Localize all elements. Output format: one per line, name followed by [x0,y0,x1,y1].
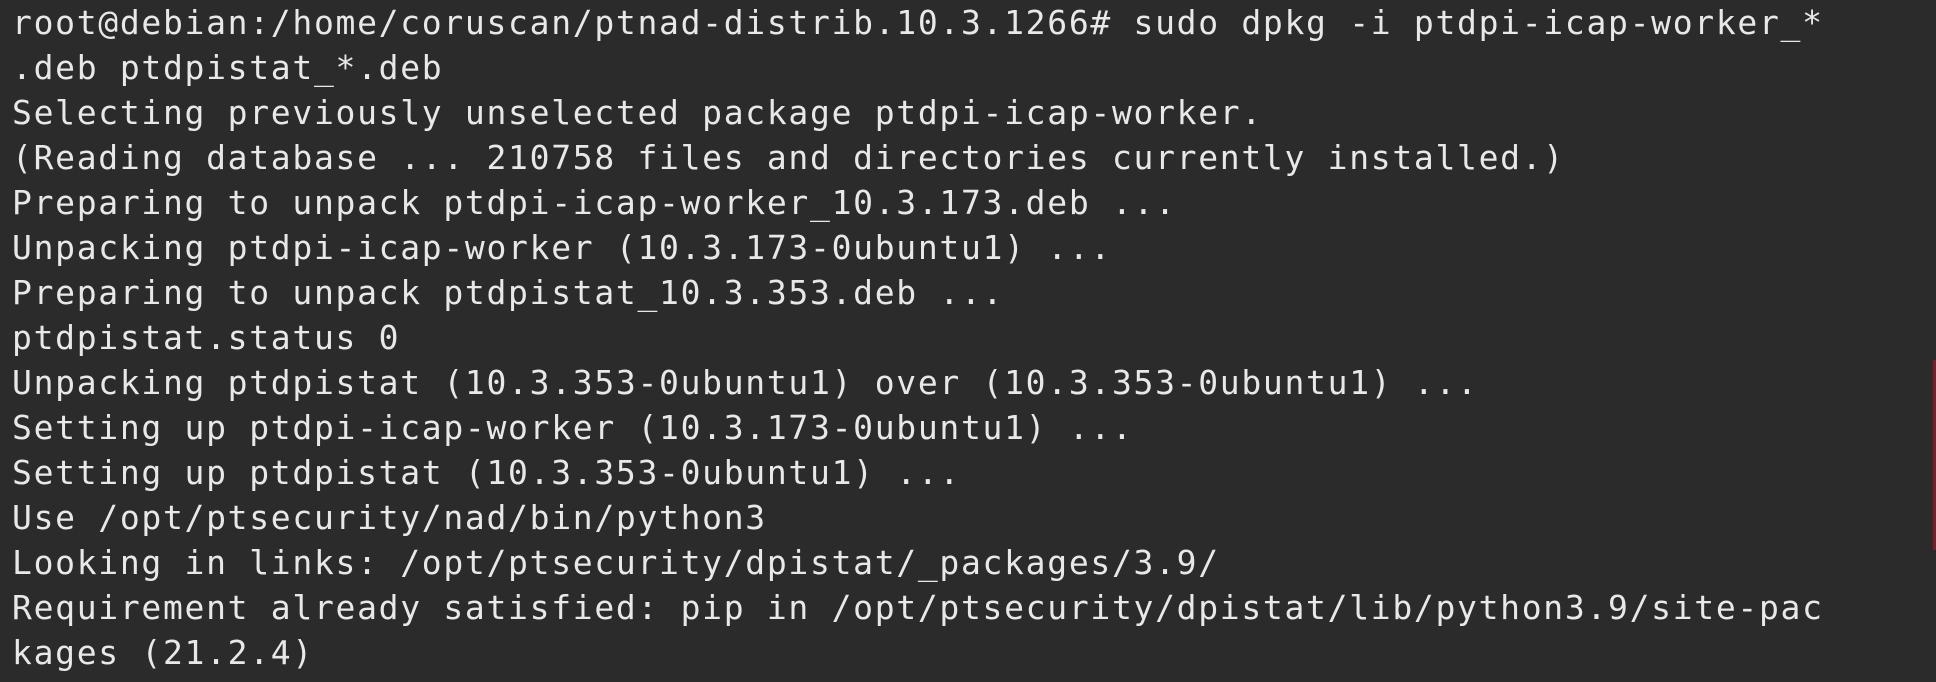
terminal-line: Use /opt/ptsecurity/nad/bin/python3 [12,498,767,537]
terminal-line-prompt: root@debian:/home/coruscan/ptnad-distrib… [12,3,1824,42]
terminal-line: (Reading database ... 210758 files and d… [12,138,1565,177]
terminal-line: Setting up ptdpi-icap-worker (10.3.173-0… [12,408,1134,447]
terminal-line: Looking in links: /opt/ptsecurity/dpista… [12,543,1220,582]
terminal-line: Selecting previously unselected package … [12,93,1263,132]
terminal-line: Requirement already satisfied: pip in /o… [12,588,1824,627]
terminal-line: Unpacking ptdpi-icap-worker (10.3.173-0u… [12,228,1112,267]
terminal-line: .deb ptdpistat_*.deb [12,48,444,87]
terminal-output[interactable]: root@debian:/home/coruscan/ptnad-distrib… [12,0,1824,675]
terminal-line: kages (21.2.4) [12,633,314,672]
terminal-line: Preparing to unpack ptdpi-icap-worker_10… [12,183,1177,222]
terminal-line: Setting up ptdpistat (10.3.353-0ubuntu1)… [12,453,961,492]
terminal-line: Preparing to unpack ptdpistat_10.3.353.d… [12,273,1005,312]
terminal-line: ptdpistat.status 0 [12,318,401,357]
terminal-line: Unpacking ptdpistat (10.3.353-0ubuntu1) … [12,363,1479,402]
terminal-window[interactable]: root@debian:/home/coruscan/ptnad-distrib… [0,0,1936,682]
